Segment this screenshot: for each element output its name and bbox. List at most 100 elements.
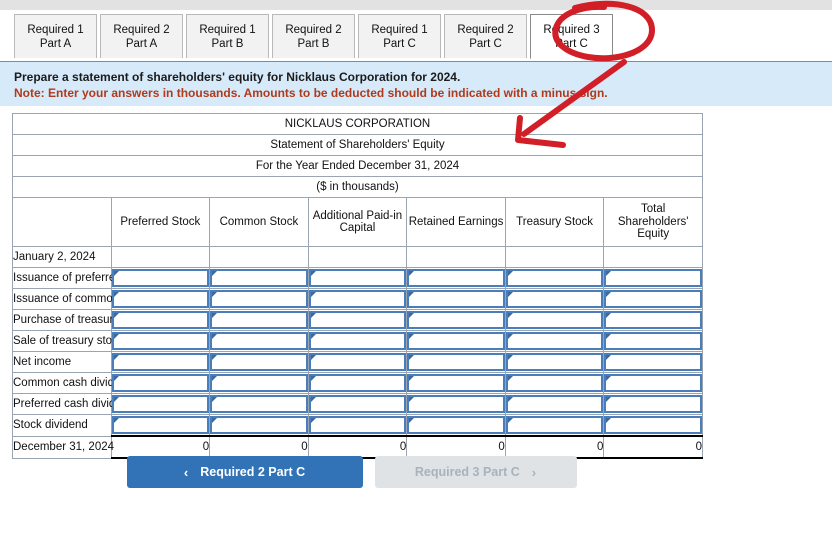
amount-input[interactable] (505, 353, 604, 371)
input-cell[interactable] (504, 288, 605, 310)
amount-input[interactable] (604, 353, 702, 371)
input-cell[interactable] (406, 330, 506, 352)
input-cell[interactable] (504, 372, 605, 394)
input-cell[interactable] (307, 351, 408, 373)
tab-1[interactable]: Required 1 Part A (14, 14, 97, 58)
amount-input[interactable] (111, 311, 210, 329)
amount-input[interactable] (407, 332, 505, 350)
input-cell[interactable] (406, 309, 506, 331)
input-cell[interactable] (504, 309, 605, 331)
amount-input[interactable] (604, 374, 702, 392)
input-cell[interactable] (209, 330, 309, 352)
input-cell[interactable] (603, 288, 703, 310)
input-cell[interactable] (504, 351, 605, 373)
input-cell[interactable] (307, 267, 408, 289)
amount-input[interactable] (210, 290, 308, 308)
input-cell[interactable] (209, 372, 309, 394)
amount-input[interactable] (407, 395, 505, 413)
input-cell[interactable] (209, 351, 309, 373)
amount-input[interactable] (407, 416, 505, 434)
input-cell[interactable] (110, 330, 211, 352)
amount-input[interactable] (505, 374, 604, 392)
amount-input[interactable] (604, 395, 702, 413)
input-cell[interactable] (110, 372, 211, 394)
input-cell[interactable] (406, 393, 506, 415)
input-cell[interactable] (110, 393, 211, 415)
amount-input[interactable] (505, 332, 604, 350)
amount-input[interactable] (308, 269, 407, 287)
input-cell[interactable] (406, 267, 506, 289)
input-cell[interactable] (209, 309, 309, 331)
input-cell[interactable] (406, 414, 506, 437)
tab-6[interactable]: Required 2 Part C (444, 14, 527, 58)
amount-input[interactable] (505, 269, 604, 287)
next-required-button[interactable]: Required 3 Part C › (374, 456, 577, 488)
input-cell[interactable] (406, 288, 506, 310)
amount-input[interactable] (604, 290, 702, 308)
amount-input[interactable] (407, 290, 505, 308)
input-cell[interactable] (504, 414, 605, 437)
input-cell[interactable] (603, 393, 703, 415)
amount-input[interactable] (604, 269, 702, 287)
input-cell[interactable] (307, 288, 408, 310)
amount-input[interactable] (111, 416, 210, 434)
amount-input[interactable] (111, 353, 210, 371)
input-cell[interactable] (307, 414, 408, 437)
input-cell[interactable] (110, 288, 211, 310)
input-cell[interactable] (406, 372, 506, 394)
amount-input[interactable] (505, 290, 604, 308)
amount-input[interactable] (210, 374, 308, 392)
amount-input[interactable] (210, 332, 308, 350)
input-cell[interactable] (110, 414, 211, 437)
input-cell[interactable] (209, 267, 309, 289)
input-cell[interactable] (307, 309, 408, 331)
input-cell[interactable] (603, 309, 703, 331)
amount-input[interactable] (308, 290, 407, 308)
amount-input[interactable] (308, 416, 407, 434)
input-cell[interactable] (603, 267, 703, 289)
input-cell[interactable] (209, 414, 309, 437)
input-cell[interactable] (110, 351, 211, 373)
amount-input[interactable] (407, 311, 505, 329)
amount-input[interactable] (210, 311, 308, 329)
amount-input[interactable] (407, 269, 505, 287)
tab-4[interactable]: Required 2 Part B (272, 14, 355, 58)
amount-input[interactable] (604, 311, 702, 329)
input-cell[interactable] (209, 393, 309, 415)
amount-input[interactable] (111, 269, 210, 287)
tab-5[interactable]: Required 1 Part C (358, 14, 441, 58)
amount-input[interactable] (111, 395, 210, 413)
amount-input[interactable] (407, 374, 505, 392)
tab-3[interactable]: Required 1 Part B (186, 14, 269, 58)
amount-input[interactable] (210, 395, 308, 413)
amount-input[interactable] (505, 311, 604, 329)
amount-input[interactable] (210, 416, 308, 434)
amount-input[interactable] (111, 290, 210, 308)
input-cell[interactable] (603, 351, 703, 373)
amount-input[interactable] (604, 416, 702, 434)
input-cell[interactable] (110, 309, 211, 331)
amount-input[interactable] (111, 332, 210, 350)
prev-required-button[interactable]: ‹ Required 2 Part C (126, 456, 363, 488)
input-cell[interactable] (307, 372, 408, 394)
input-cell[interactable] (603, 414, 703, 437)
amount-input[interactable] (407, 353, 505, 371)
amount-input[interactable] (111, 374, 210, 392)
input-cell[interactable] (307, 330, 408, 352)
amount-input[interactable] (308, 395, 407, 413)
input-cell[interactable] (110, 267, 211, 289)
input-cell[interactable] (209, 288, 309, 310)
input-cell[interactable] (603, 330, 703, 352)
input-cell[interactable] (504, 267, 605, 289)
tab-7[interactable]: Required 3 Part C (530, 14, 613, 59)
amount-input[interactable] (210, 269, 308, 287)
input-cell[interactable] (406, 351, 506, 373)
amount-input[interactable] (308, 332, 407, 350)
amount-input[interactable] (308, 311, 407, 329)
input-cell[interactable] (504, 393, 605, 415)
amount-input[interactable] (505, 416, 604, 434)
amount-input[interactable] (308, 374, 407, 392)
amount-input[interactable] (210, 353, 308, 371)
input-cell[interactable] (603, 372, 703, 394)
tab-2[interactable]: Required 2 Part A (100, 14, 183, 58)
